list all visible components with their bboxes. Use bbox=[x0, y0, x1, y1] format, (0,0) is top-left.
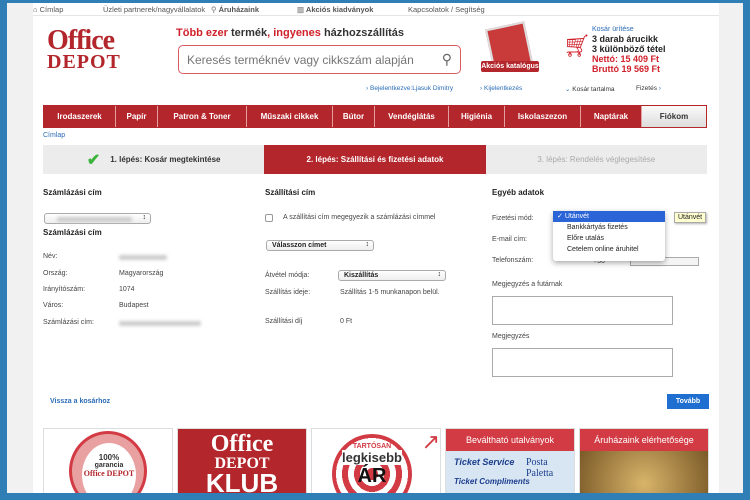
other-title: Egyéb adatok bbox=[492, 188, 545, 197]
delivery-method-select[interactable]: Kiszállítás bbox=[338, 270, 446, 281]
billing-zip: 1074 bbox=[119, 286, 135, 293]
payment-option-cod[interactable]: ✓ Utánvét bbox=[553, 211, 665, 222]
courier-note-textarea[interactable] bbox=[492, 296, 673, 325]
billing-address-select[interactable] bbox=[44, 213, 151, 224]
tooltip: Utánvét bbox=[674, 212, 707, 223]
step-3: 3. lépés: Rendelés véglegesítése bbox=[537, 155, 656, 164]
logout-link[interactable]: › Kijelentkezés bbox=[480, 85, 522, 92]
billing-country: Magyarország bbox=[119, 270, 164, 277]
search-box: ⚲ bbox=[178, 45, 461, 74]
menu-papir[interactable]: Papír bbox=[116, 106, 158, 127]
menu-iskolaszezon[interactable]: Iskolaszezon bbox=[505, 106, 581, 127]
menu-butor[interactable]: Bútor bbox=[333, 106, 375, 127]
checkout-link[interactable]: Fizetés › bbox=[636, 85, 661, 92]
pin-icon: ⚲ bbox=[211, 5, 217, 14]
note-textarea[interactable] bbox=[492, 348, 673, 377]
cart-icon[interactable]: 🛒︎ bbox=[563, 33, 591, 59]
menu-higienia[interactable]: Higiénia bbox=[449, 106, 505, 127]
checkmark-icon: ✔ bbox=[86, 151, 101, 169]
delivery-fee: 0 Ft bbox=[340, 318, 353, 325]
page: ⌂ Címlap Üzleti partnerek/nagyvállalatok… bbox=[33, 3, 719, 493]
choose-address-select[interactable]: Válasszon címet bbox=[266, 240, 374, 251]
arrow-icon: ↗ bbox=[421, 429, 440, 454]
search-input[interactable] bbox=[187, 53, 427, 67]
menu-patron-toner[interactable]: Patron & Toner bbox=[158, 106, 247, 127]
payment-option-transfer[interactable]: Előre utalás bbox=[553, 233, 665, 244]
payment-option-cetelem[interactable]: Cetelem online áruhitel bbox=[553, 244, 665, 255]
cart-summary: Kosár ürítése 3 darab árucikk 3 különböz… bbox=[592, 26, 666, 74]
browser-frame: ⌂ Címlap Üzleti partnerek/nagyvállalatok… bbox=[7, 3, 743, 493]
payment-option-card[interactable]: Bankkártyás fizetés bbox=[553, 222, 665, 233]
breadcrumb[interactable]: Címlap bbox=[43, 132, 65, 139]
banner-club[interactable]: Office DEPOT KLUB bbox=[177, 428, 307, 493]
billing-name-blurred bbox=[119, 255, 167, 260]
menu-irodaszerek[interactable]: Irodaszerek bbox=[44, 106, 116, 127]
billing-subtitle: Számlázási cím bbox=[43, 228, 102, 237]
menu-naptarak[interactable]: Naptárak bbox=[581, 106, 642, 127]
billing-city: Budapest bbox=[119, 302, 149, 309]
empty-cart-link[interactable]: Kosár ürítése bbox=[592, 26, 666, 34]
menu-vendeglatas[interactable]: Vendéglátás bbox=[375, 106, 449, 127]
banner-stores[interactable]: Áruházaink elérhetősége bbox=[579, 428, 709, 493]
menu-account[interactable]: Fiókom bbox=[642, 106, 706, 127]
cart-contents-link[interactable]: ⌄ Kosár tartalma bbox=[565, 85, 615, 93]
office-depot-logo[interactable]: Office DEPOT bbox=[47, 26, 121, 72]
logged-in-link[interactable]: › Bejelentkezve:Ljasuk Dimitry bbox=[366, 85, 453, 92]
banner-vouchers[interactable]: Beváltható utalványok Ticket Service Pos… bbox=[445, 428, 575, 493]
billing-address-blurred bbox=[119, 321, 201, 326]
payment-method-dropdown[interactable]: ✓ Utánvét Bankkártyás fizetés Előre utal… bbox=[553, 211, 665, 261]
step-1[interactable]: ✔ 1. lépés: Kosár megtekintése bbox=[43, 145, 264, 174]
top-nav-catalogs[interactable]: ▥ Akciós kiadványok bbox=[297, 5, 373, 14]
back-to-cart-link[interactable]: Vissza a kosárhoz bbox=[50, 398, 110, 405]
same-address-checkbox[interactable] bbox=[265, 214, 273, 222]
catalog-banner[interactable]: Akciós katalógus bbox=[481, 21, 539, 77]
billing-title: Számlázási cím bbox=[43, 188, 102, 197]
tagline: Több ezer termék, ingyenes házhozszállít… bbox=[176, 27, 405, 39]
delivery-time: Szállítás 1-5 munkanapon belül. bbox=[340, 289, 440, 296]
top-nav-contact[interactable]: Kapcsolatok / Segítség bbox=[408, 5, 485, 14]
banner-guarantee[interactable]: 100% garancia Office DEPOT bbox=[43, 428, 173, 493]
top-nav-stores[interactable]: ⚲ Áruházaink bbox=[211, 5, 259, 14]
top-nav-home[interactable]: ⌂ Címlap bbox=[33, 5, 63, 14]
next-button[interactable]: Tovább bbox=[667, 394, 709, 409]
banner-lowest-price[interactable]: TARTÓSAN legkisebb ÁR ↗ bbox=[311, 428, 441, 493]
search-icon[interactable]: ⚲ bbox=[442, 51, 452, 68]
top-nav: ⌂ Címlap Üzleti partnerek/nagyvállalatok… bbox=[33, 3, 719, 16]
shipping-title: Szállítási cím bbox=[265, 188, 316, 197]
top-nav-partners[interactable]: Üzleti partnerek/nagyvállalatok bbox=[103, 5, 205, 14]
checkout-steps: ✔ 1. lépés: Kosár megtekintése 2. lépés: … bbox=[43, 145, 707, 174]
menu-muszaki-cikkek[interactable]: Műszaki cikkek bbox=[247, 106, 333, 127]
category-menu: Irodaszerek Papír Patron & Toner Műszaki… bbox=[43, 105, 707, 128]
step-2: 2. lépés: Szállítási és fizetési adatok bbox=[264, 145, 486, 174]
catalog-icon: ▥ bbox=[297, 5, 305, 14]
